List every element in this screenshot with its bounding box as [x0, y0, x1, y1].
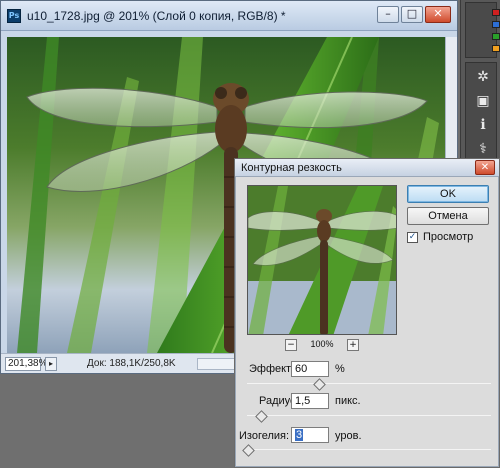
document-titlebar[interactable]: Ps u10_1728.jpg @ 201% (Слой 0 копия, RG…: [1, 1, 457, 31]
ok-button[interactable]: OK: [407, 185, 489, 203]
photoshop-app-icon: Ps: [7, 9, 21, 23]
threshold-unit: уров.: [335, 430, 362, 442]
swatch-blue[interactable]: [492, 21, 500, 28]
preview-image: [248, 186, 396, 334]
threshold-value: 3: [295, 429, 304, 441]
preview-zoom-controls: − 100% +: [247, 339, 397, 353]
filter-preview[interactable]: [247, 185, 397, 335]
unsharp-mask-dialog: Контурная резкость ✕ − 100% + OK Отмена …: [234, 158, 500, 468]
dialog-titlebar[interactable]: Контурная резкость ✕: [235, 159, 499, 177]
gear-icon[interactable]: ✲: [475, 69, 491, 85]
minimize-button[interactable]: –: [377, 6, 399, 23]
document-title: u10_1728.jpg @ 201% (Слой 0 копия, RGB/8…: [27, 9, 286, 23]
dialog-title: Контурная резкость: [241, 162, 342, 174]
tools-panel: ✲ ▣ ℹ ⚕: [465, 62, 497, 162]
amount-label: Эффект:: [249, 363, 295, 375]
zoom-level-field[interactable]: 201,38%: [5, 357, 47, 371]
swatches-panel[interactable]: [465, 2, 500, 58]
dialog-close-button[interactable]: ✕: [475, 160, 495, 175]
swatch-green[interactable]: [492, 33, 500, 40]
amount-slider[interactable]: [247, 383, 491, 384]
close-button[interactable]: ✕: [425, 6, 451, 23]
preview-checkbox-label: Просмотр: [423, 231, 474, 243]
maximize-button[interactable]: □: [401, 6, 423, 23]
cancel-button[interactable]: Отмена: [407, 207, 489, 225]
amount-unit: %: [335, 363, 345, 375]
swatch-red[interactable]: [492, 9, 500, 16]
info-icon[interactable]: ℹ: [475, 117, 491, 133]
swatch-orange[interactable]: [492, 45, 500, 52]
radius-input[interactable]: 1,5: [291, 393, 329, 409]
threshold-input[interactable]: 3: [291, 427, 329, 443]
image-icon[interactable]: ▣: [475, 93, 491, 109]
brush-icon[interactable]: ⚕: [475, 141, 491, 157]
radius-slider-thumb[interactable]: [254, 410, 268, 423]
preview-zoom-level: 100%: [310, 339, 334, 349]
document-size-info: Док: 188,1K/250,8K: [87, 358, 176, 369]
threshold-label: Изогелия:: [239, 430, 290, 442]
zoom-in-button[interactable]: +: [347, 339, 359, 351]
status-menu-button[interactable]: ▸: [45, 357, 57, 371]
amount-input[interactable]: 60: [291, 361, 329, 377]
threshold-slider[interactable]: [247, 449, 491, 450]
amount-slider-thumb[interactable]: [313, 378, 327, 391]
preview-checkbox[interactable]: ✓: [407, 232, 418, 243]
threshold-slider-thumb[interactable]: [242, 444, 256, 457]
radius-unit: пикс.: [335, 395, 361, 407]
radius-slider[interactable]: [247, 415, 491, 416]
